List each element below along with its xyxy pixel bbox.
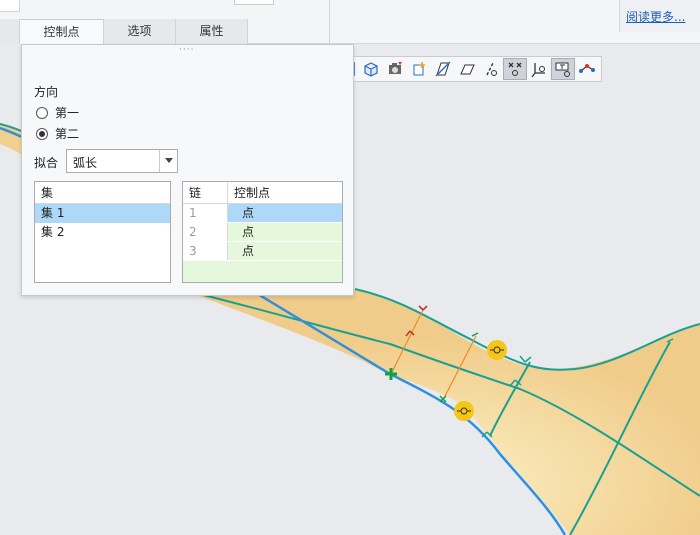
tab-options[interactable]: 选项	[104, 19, 176, 44]
ribbon-divider	[329, 0, 330, 44]
sets-list: 集 集 1 集 2	[34, 181, 171, 283]
sets-list-header: 集	[35, 182, 170, 204]
chain-index: 1	[183, 204, 228, 222]
tab-control-points[interactable]: 控制点	[20, 19, 104, 44]
direction-label: 方向	[34, 85, 59, 99]
csys-display-button[interactable]	[527, 58, 551, 80]
graphics-toolbar	[342, 56, 602, 82]
spin-center-icon	[579, 64, 595, 73]
datum-point-icon	[413, 62, 425, 76]
point-marker	[471, 332, 479, 337]
list-item[interactable]: 集 2	[35, 223, 170, 242]
radio-button[interactable]	[36, 127, 48, 140]
radio-label: 第二	[55, 127, 80, 141]
chain-control-point[interactable]: 点	[228, 223, 342, 241]
column-header-control-point: 控制点	[234, 186, 271, 200]
point-display-button[interactable]	[503, 58, 527, 80]
point-marker	[418, 305, 428, 311]
radio-label: 第一	[55, 106, 80, 120]
saved-orientation-icon	[364, 62, 378, 77]
fit-dropdown[interactable]: 弧长	[66, 149, 178, 173]
ribbon: 阅读更多... 控制点 选项 属性	[0, 0, 700, 44]
table-row[interactable]: 2 点	[183, 223, 342, 242]
section-icon	[435, 61, 451, 77]
annotation-display-icon	[555, 62, 570, 77]
dashboard-tabs: 控制点 选项 属性	[0, 19, 248, 44]
datum-plane-display-button[interactable]	[455, 58, 479, 80]
control-point-handle[interactable]	[454, 401, 474, 421]
list-item[interactable]: 集 1	[35, 204, 170, 223]
tab-properties[interactable]: 属性	[176, 19, 248, 44]
chain-control-point[interactable]: 点	[228, 242, 342, 260]
vertex-marker	[519, 355, 532, 363]
chain-control-point[interactable]: 点	[228, 204, 342, 222]
panel-grip-handle[interactable]: ····	[179, 46, 199, 55]
saved-orientation-button[interactable]	[359, 58, 383, 80]
view-manager-icon	[389, 62, 402, 74]
chain-index: 3	[183, 242, 228, 260]
annotation-display-button[interactable]	[551, 58, 575, 80]
datum-point-button[interactable]	[407, 58, 431, 80]
view-manager-button[interactable]	[383, 58, 407, 80]
tab-blank	[0, 19, 20, 44]
radio-button[interactable]	[36, 106, 48, 119]
section-button[interactable]	[431, 58, 455, 80]
chain-table: 链 控制点 1 点 2 点 3 点	[182, 181, 343, 283]
spin-center-button[interactable]	[575, 58, 599, 80]
chain-table-header: 链 控制点	[183, 182, 342, 204]
fit-label: 拟合	[34, 156, 59, 170]
ribbon-stub	[0, 0, 20, 12]
column-header-chain: 链	[183, 182, 228, 203]
datum-axis-display-icon	[486, 62, 497, 76]
fit-dropdown-value: 弧长	[73, 156, 98, 170]
chain-index: 2	[183, 223, 228, 241]
control-points-panel: ···· 方向 第一 第二 拟合 弧长 集 集 1 集 2 链 控制点 1 点 …	[21, 44, 354, 296]
direction-first-radio[interactable]: 第一	[36, 104, 79, 121]
point-display-icon	[508, 62, 522, 76]
direction-second-radio[interactable]: 第二	[36, 125, 79, 142]
table-row[interactable]: 3 点	[183, 242, 342, 261]
surface-main	[180, 289, 700, 535]
csys-display-icon	[531, 63, 545, 78]
chevron-down-icon[interactable]	[159, 150, 177, 172]
datum-axis-display-button[interactable]	[479, 58, 503, 80]
table-row[interactable]: 1 点	[183, 204, 342, 223]
ribbon-stub	[234, 0, 274, 5]
control-point-handle[interactable]	[487, 340, 507, 360]
read-more-link[interactable]: 阅读更多...	[626, 8, 685, 25]
datum-plane-display-icon	[460, 64, 475, 75]
